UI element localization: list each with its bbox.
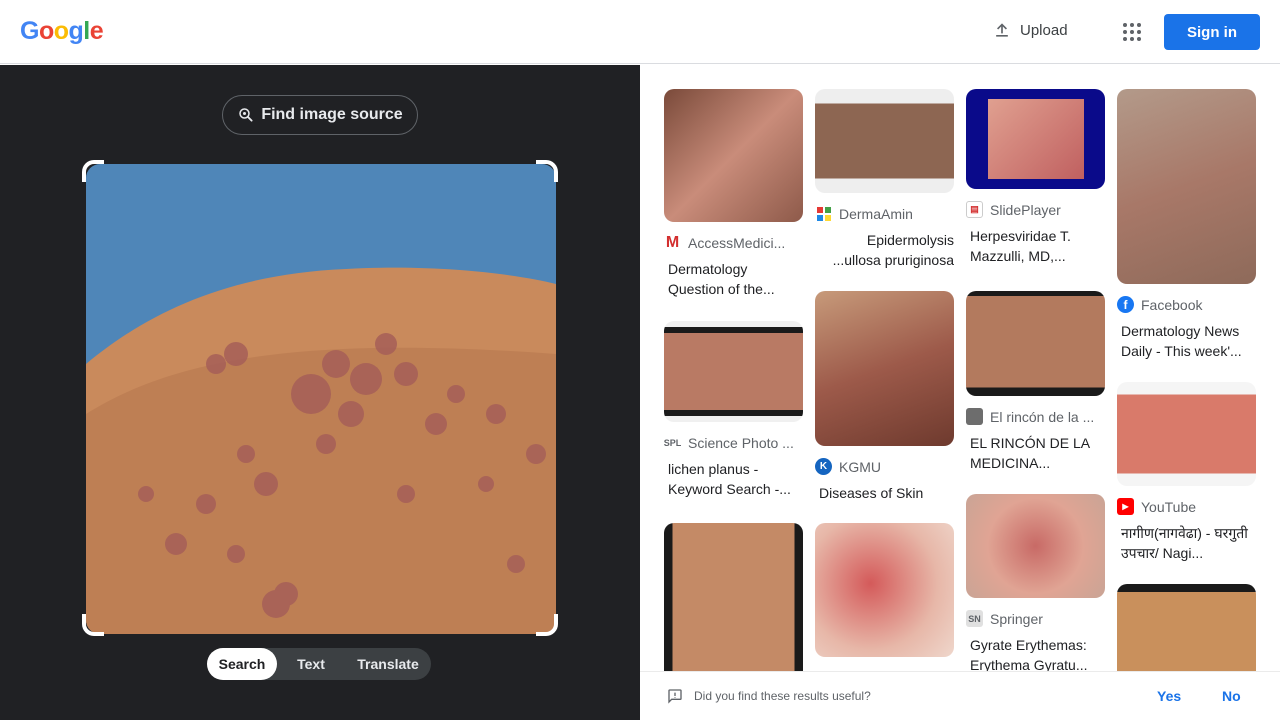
logo-letter: e bbox=[89, 17, 104, 45]
result-source: AccessMedici... bbox=[688, 234, 786, 251]
result-source: Springer bbox=[990, 610, 1043, 627]
el-rincon-icon bbox=[966, 408, 983, 425]
crop-handle-bottom-left[interactable] bbox=[82, 614, 104, 636]
result-source: KGMU bbox=[839, 458, 881, 475]
result-card[interactable] bbox=[1117, 584, 1256, 671]
feedback-question: Did you find these results useful? bbox=[694, 689, 871, 703]
crop-handle-top-right[interactable] bbox=[536, 160, 558, 182]
result-card[interactable]: K KGMU Diseases of Skin bbox=[815, 291, 954, 503]
result-thumbnail[interactable] bbox=[966, 89, 1105, 189]
result-thumbnail[interactable] bbox=[815, 291, 954, 446]
result-title[interactable]: नागीण(नागवेढा) - घरगुती उपचार/ Nagi... bbox=[1117, 523, 1256, 563]
dermaamin-icon bbox=[815, 205, 832, 222]
result-source: El rincón de la ... bbox=[990, 408, 1095, 425]
result-card[interactable]: M AccessMedici... Dermatology Question of… bbox=[664, 89, 803, 299]
mode-text-tab[interactable]: Text bbox=[277, 648, 345, 680]
sign-in-button[interactable]: Sign in bbox=[1164, 14, 1260, 50]
upload-label: Upload bbox=[1020, 21, 1068, 39]
result-title[interactable]: Gyrate Erythemas: Erythema Gyratu... bbox=[966, 635, 1105, 671]
feedback-icon bbox=[668, 689, 682, 704]
result-card[interactable]: SPL Science Photo ... lichen planus - Key… bbox=[664, 321, 803, 499]
result-title[interactable]: lichen planus - Keyword Search -... bbox=[664, 459, 803, 499]
feedback-bar: Did you find these results useful? Yes N… bbox=[640, 671, 1280, 720]
crop-handle-bottom-right[interactable] bbox=[536, 614, 558, 636]
result-card[interactable]: ▤ SlidePlayer Herpesviridae T. Mazzulli, … bbox=[966, 89, 1105, 266]
result-title[interactable]: Herpesviridae T. Mazzulli, MD,... bbox=[966, 226, 1105, 266]
result-thumbnail[interactable] bbox=[664, 523, 803, 671]
result-card[interactable] bbox=[664, 523, 803, 671]
result-title[interactable]: Dermatology News Daily - This week'... bbox=[1117, 321, 1256, 361]
result-title[interactable]: Diseases of Skin bbox=[815, 483, 954, 503]
apps-grid-icon[interactable] bbox=[1120, 20, 1144, 44]
youtube-icon: ▶ bbox=[1117, 498, 1134, 515]
feedback-yes-button[interactable]: Yes bbox=[1157, 688, 1181, 704]
google-logo[interactable]: Google bbox=[20, 17, 104, 46]
feedback-no-button[interactable]: No bbox=[1222, 688, 1241, 704]
query-image-panel: Find image source Search Text Translate bbox=[0, 65, 640, 720]
logo-letter: G bbox=[20, 17, 39, 45]
find-image-source-label: Find image source bbox=[261, 106, 403, 123]
result-thumbnail[interactable] bbox=[664, 89, 803, 222]
mode-switcher: Search Text Translate bbox=[207, 648, 431, 680]
lens-search-icon bbox=[239, 108, 253, 122]
result-card[interactable]: DermaAmin Epidermolysis ...ullosa prurig… bbox=[815, 89, 954, 270]
result-title[interactable]: Dermatology Question of the... bbox=[664, 259, 803, 299]
springer-icon: SN bbox=[966, 610, 983, 627]
access-medicine-icon: M bbox=[664, 234, 681, 251]
result-thumbnail[interactable] bbox=[1117, 89, 1256, 284]
visual-matches-panel: M AccessMedici... Dermatology Question of… bbox=[640, 65, 1280, 671]
result-card[interactable]: El rincón de la ... EL RINCÓN DE LA MEDI… bbox=[966, 291, 1105, 473]
result-thumbnail[interactable] bbox=[815, 89, 954, 193]
result-card[interactable]: f Facebook Dermatology News Daily - This … bbox=[1117, 89, 1256, 361]
result-thumbnail[interactable] bbox=[966, 494, 1105, 598]
science-photo-icon: SPL bbox=[664, 434, 681, 451]
find-image-source-button[interactable]: Find image source bbox=[222, 95, 418, 135]
result-thumbnail[interactable] bbox=[1117, 584, 1256, 671]
logo-letter: o bbox=[38, 17, 54, 45]
result-source: YouTube bbox=[1141, 498, 1197, 515]
result-title[interactable]: EL RINCÓN DE LA MEDICINA... bbox=[966, 433, 1105, 473]
top-bar: Google Upload Sign in bbox=[0, 0, 1280, 64]
result-source: DermaAmin bbox=[839, 205, 913, 222]
result-thumbnail[interactable] bbox=[815, 523, 954, 657]
crop-handle-top-left[interactable] bbox=[82, 160, 104, 182]
kgmu-icon: K bbox=[815, 458, 832, 475]
logo-letter: o bbox=[53, 17, 69, 45]
upload-button[interactable]: Upload bbox=[992, 20, 1068, 40]
result-source: Science Photo ... bbox=[688, 434, 794, 451]
result-thumbnail[interactable] bbox=[664, 321, 803, 422]
result-title[interactable]: Epidermolysis ...ullosa pruriginosa bbox=[815, 230, 954, 270]
result-card[interactable] bbox=[815, 523, 954, 657]
upload-icon bbox=[996, 23, 1008, 37]
result-thumbnail[interactable] bbox=[966, 291, 1105, 396]
mode-search-tab[interactable]: Search bbox=[207, 648, 277, 680]
result-thumbnail[interactable] bbox=[1117, 382, 1256, 486]
result-card[interactable]: ▶ YouTube नागीण(नागवेढा) - घरगुती उपचार/ … bbox=[1117, 382, 1256, 563]
query-image[interactable] bbox=[86, 164, 556, 634]
logo-letter: g bbox=[68, 17, 84, 45]
slideplayer-icon: ▤ bbox=[966, 201, 983, 218]
result-source: SlidePlayer bbox=[990, 201, 1061, 218]
facebook-icon: f bbox=[1117, 296, 1134, 313]
result-card[interactable]: SN Springer Gyrate Erythemas: Erythema Gy… bbox=[966, 494, 1105, 671]
result-source: Facebook bbox=[1141, 296, 1203, 313]
mode-translate-tab[interactable]: Translate bbox=[345, 648, 431, 680]
